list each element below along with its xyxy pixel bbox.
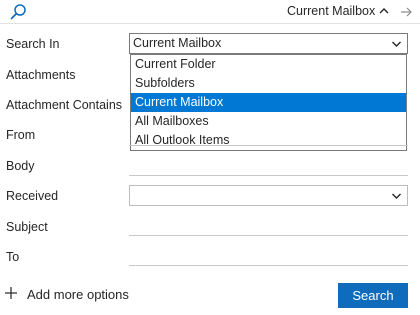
received-select[interactable] (129, 185, 408, 206)
search-icon[interactable] (9, 3, 27, 21)
received-label: Received (6, 189, 59, 203)
search-button[interactable]: Search (338, 283, 408, 308)
chevron-down-icon[interactable] (391, 39, 402, 49)
to-input[interactable] (129, 265, 408, 266)
from-input[interactable] (129, 145, 408, 146)
search-in-label: Search In (6, 37, 60, 51)
option-current-folder[interactable]: Current Folder (131, 55, 406, 74)
from-label: From (6, 128, 36, 142)
subject-label: Subject (6, 220, 48, 234)
arrow-right-icon[interactable] (398, 4, 414, 20)
option-all-mailboxes[interactable]: All Mailboxes (131, 112, 406, 131)
attachments-label: Attachments (6, 68, 76, 82)
attachment-contains-label: Attachment Contains (6, 98, 123, 112)
to-label: To (6, 250, 20, 264)
option-all-outlook-items[interactable]: All Outlook Items (131, 131, 406, 150)
option-current-mailbox[interactable]: Current Mailbox (131, 93, 406, 112)
chevron-up-icon[interactable] (378, 5, 390, 17)
plus-icon (5, 287, 17, 299)
add-more-options-label: Add more options (27, 287, 129, 302)
body-label: Body (6, 159, 35, 173)
search-in-dropdown-list: Current Folder Subfolders Current Mailbo… (130, 54, 407, 151)
scope-label[interactable]: Current Mailbox (287, 4, 375, 18)
search-in-value: Current Mailbox (133, 36, 222, 50)
search-in-select[interactable]: Current Mailbox (129, 33, 408, 54)
subject-input[interactable] (129, 235, 408, 236)
option-subfolders[interactable]: Subfolders (131, 74, 406, 93)
chevron-down-icon[interactable] (391, 191, 402, 201)
body-input[interactable] (129, 175, 408, 176)
search-scope-bar: Current Mailbox (0, 0, 420, 24)
